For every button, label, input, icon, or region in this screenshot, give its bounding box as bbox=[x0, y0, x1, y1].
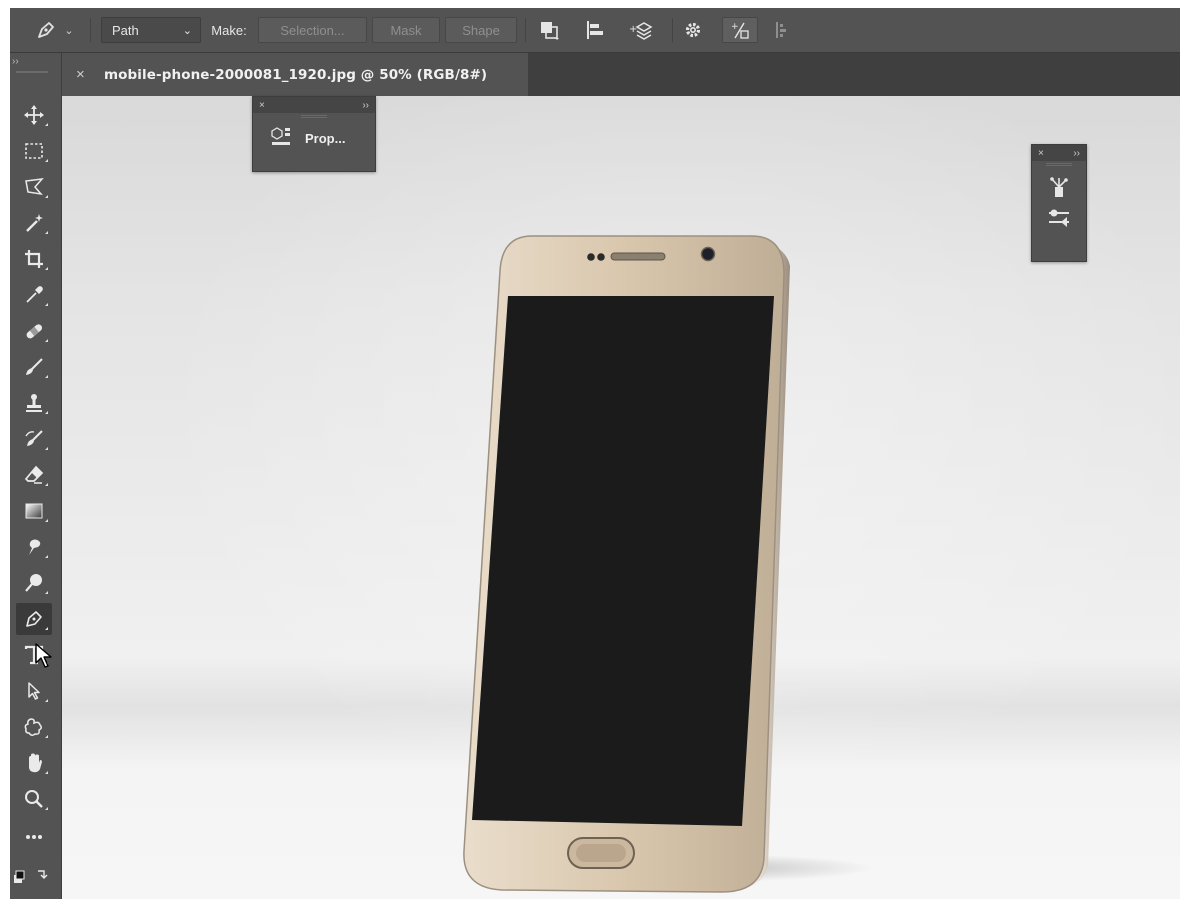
document-canvas[interactable] bbox=[62, 96, 1180, 899]
rectangular-marquee-icon[interactable] bbox=[16, 135, 52, 167]
document-title: mobile-phone-2000081_1920.jpg @ 50% (RGB… bbox=[104, 66, 488, 83]
pen-icon[interactable] bbox=[32, 17, 60, 43]
photoshop-window: ⌄ Path ⌄ Make: Selection... Mask Shape +… bbox=[0, 0, 1180, 899]
hand-icon[interactable] bbox=[16, 747, 52, 779]
svg-text:+: + bbox=[731, 22, 739, 32]
properties-label: Prop... bbox=[305, 131, 346, 146]
history-brush-icon[interactable] bbox=[16, 423, 52, 455]
close-panel-button[interactable]: × bbox=[1038, 148, 1044, 159]
properties-icon bbox=[269, 125, 295, 152]
adjustments-icon[interactable] bbox=[1032, 199, 1086, 229]
pen-icon[interactable] bbox=[16, 603, 52, 635]
ellipsis-icon[interactable] bbox=[16, 821, 52, 853]
panel-header[interactable]: × ›› bbox=[1032, 145, 1086, 161]
document-tab[interactable]: × mobile-phone-2000081_1920.jpg @ 50% (R… bbox=[62, 53, 528, 96]
smudge-icon[interactable] bbox=[16, 531, 52, 563]
svg-text:+: + bbox=[629, 24, 637, 35]
swap-colors-icon[interactable] bbox=[10, 861, 58, 891]
eyedropper-icon[interactable] bbox=[16, 279, 52, 311]
close-tab-button[interactable]: × bbox=[76, 66, 92, 83]
make-shape-button[interactable]: Shape bbox=[445, 17, 517, 43]
collapse-panel-button[interactable]: ›› bbox=[362, 100, 369, 111]
chevron-down-icon: ⌄ bbox=[182, 24, 192, 37]
dodge-icon[interactable] bbox=[16, 567, 52, 599]
path-arrangement-icon[interactable]: + bbox=[624, 17, 658, 43]
brushes-icon[interactable] bbox=[1032, 167, 1086, 199]
make-selection-button[interactable]: Selection... bbox=[258, 17, 367, 43]
polygonal-lasso-icon[interactable] bbox=[16, 171, 52, 203]
properties-panel: × ›› Prop... bbox=[252, 96, 376, 172]
arrow-icon[interactable] bbox=[16, 675, 52, 707]
mode-select-value: Path bbox=[112, 22, 139, 38]
make-label: Make: bbox=[211, 22, 247, 38]
panel-grip[interactable] bbox=[16, 71, 48, 73]
align-edges-icon[interactable] bbox=[768, 17, 798, 43]
mouse-cursor-icon bbox=[35, 643, 52, 668]
path-alignment-icon[interactable] bbox=[580, 17, 610, 43]
eraser-icon[interactable] bbox=[16, 459, 52, 491]
collapse-panel-button[interactable]: ›› bbox=[12, 56, 19, 67]
custom-shape-icon[interactable] bbox=[16, 711, 52, 743]
auto-add-delete-icon[interactable]: + bbox=[722, 17, 758, 43]
path-operations-icon[interactable] bbox=[534, 17, 564, 43]
panel-header[interactable]: × ›› bbox=[253, 97, 375, 113]
properties-panel-button[interactable]: Prop... bbox=[253, 119, 375, 152]
gear-icon[interactable] bbox=[678, 17, 708, 43]
make-mask-button[interactable]: Mask bbox=[372, 17, 440, 43]
tools-panel: ›› bbox=[10, 53, 62, 899]
right-panel-dock: × ›› bbox=[1031, 144, 1087, 262]
bandage-icon[interactable] bbox=[16, 315, 52, 347]
brush-icon[interactable] bbox=[16, 351, 52, 383]
phone-image bbox=[463, 235, 872, 893]
crop-icon[interactable] bbox=[16, 243, 52, 275]
mode-select[interactable]: Path ⌄ bbox=[101, 17, 201, 43]
collapse-panel-button[interactable]: ›› bbox=[1073, 148, 1080, 159]
stamp-icon[interactable] bbox=[16, 387, 52, 419]
magic-wand-icon[interactable] bbox=[16, 207, 52, 239]
magnifier-icon[interactable] bbox=[16, 783, 52, 815]
close-panel-button[interactable]: × bbox=[259, 100, 265, 111]
move-icon[interactable] bbox=[16, 99, 52, 131]
chevron-down-icon[interactable]: ⌄ bbox=[62, 17, 76, 43]
gradient-icon[interactable] bbox=[16, 495, 52, 527]
document-tab-strip: × mobile-phone-2000081_1920.jpg @ 50% (R… bbox=[10, 53, 1180, 96]
options-bar: ⌄ Path ⌄ Make: Selection... Mask Shape +… bbox=[10, 8, 1180, 53]
